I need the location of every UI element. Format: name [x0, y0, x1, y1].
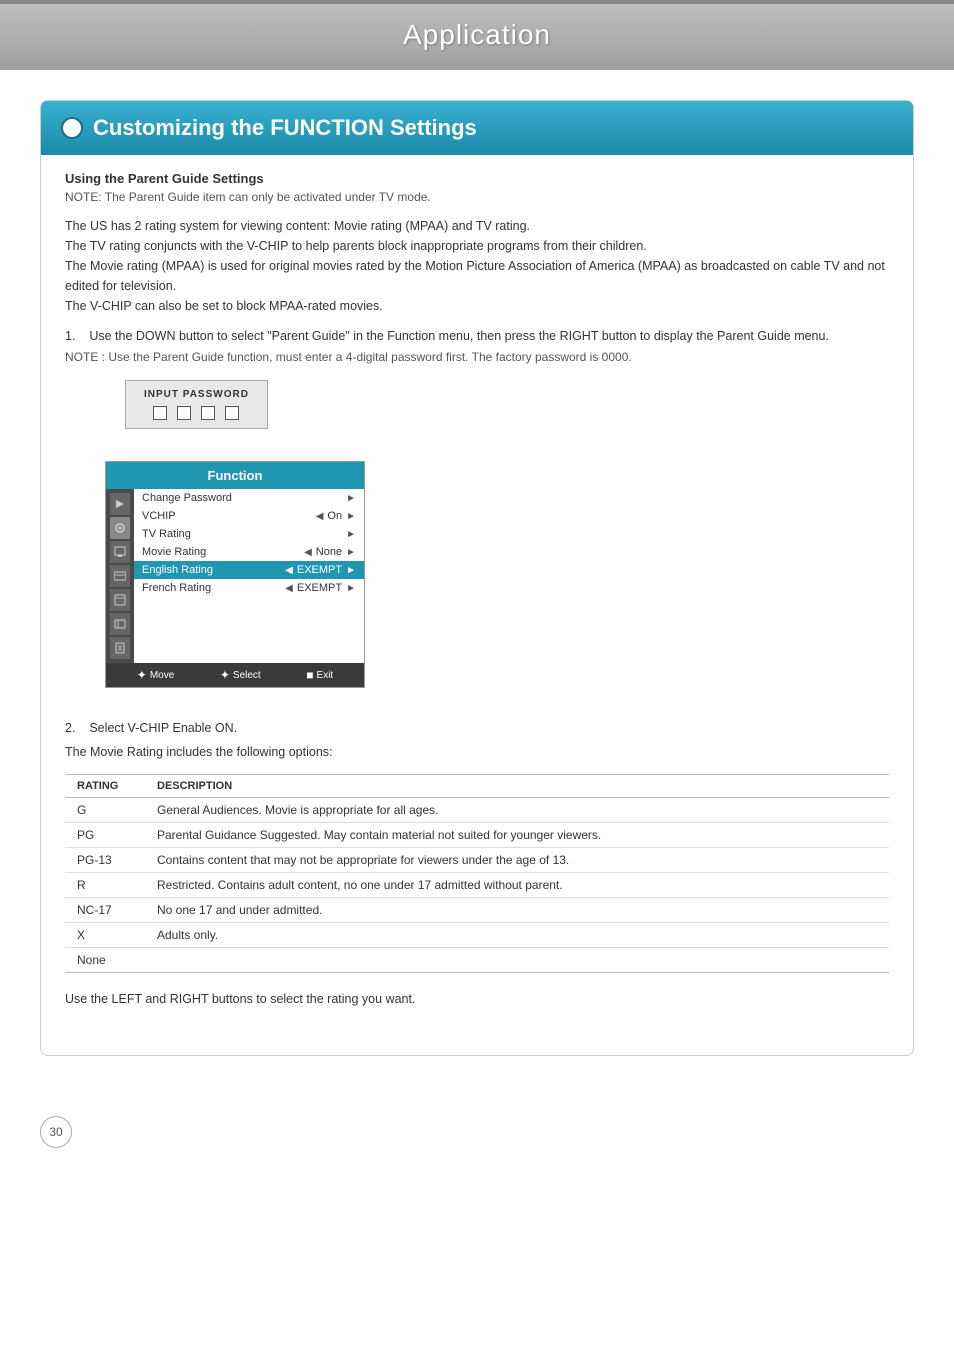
password-square-4	[225, 406, 239, 420]
footer-move: ✦ Move	[137, 668, 175, 682]
section-card-title: Customizing the FUNCTION Settings	[93, 115, 477, 141]
table-row: PG-13 Contains content that may not be a…	[65, 848, 889, 873]
step1-note: NOTE : Use the Parent Guide function, mu…	[65, 350, 889, 364]
col-header-description: DESCRIPTION	[145, 775, 889, 798]
rating-pg: PG	[65, 823, 145, 848]
section-body: Using the Parent Guide Settings NOTE: Th…	[41, 155, 913, 1035]
description-none	[145, 948, 889, 973]
password-square-2	[177, 406, 191, 420]
function-menu-header: Function	[106, 462, 364, 489]
using-parent-guide-subtitle: Using the Parent Guide Settings	[65, 171, 889, 186]
page-number: 30	[40, 1116, 72, 1148]
parent-guide-note: NOTE: The Parent Guide item can only be …	[65, 190, 889, 204]
rating-none: None	[65, 948, 145, 973]
description-nc17: No one 17 and under admitted.	[145, 898, 889, 923]
rating-pg13: PG-13	[65, 848, 145, 873]
function-menu: Function	[105, 461, 365, 688]
footer-exit: ■ Exit	[306, 668, 333, 682]
menu-icon-1	[110, 493, 130, 515]
password-squares	[144, 406, 249, 420]
menu-icons-column	[106, 489, 134, 663]
col-header-rating: RATING	[65, 775, 145, 798]
menu-item-change-password: Change Password ►	[134, 489, 364, 507]
rating-r: R	[65, 873, 145, 898]
password-square-3	[201, 406, 215, 420]
menu-icon-3	[110, 541, 130, 563]
rating-x: X	[65, 923, 145, 948]
password-square-1	[153, 406, 167, 420]
table-row: NC-17 No one 17 and under admitted.	[65, 898, 889, 923]
function-menu-footer: ✦ Move ✦ Select ■ Exit	[106, 663, 364, 687]
step2-number: 2.	[65, 721, 75, 735]
section-card-header: Customizing the FUNCTION Settings	[41, 101, 913, 155]
menu-item-french-rating: French Rating ◀ EXEMPT ►	[134, 579, 364, 597]
rating-g: G	[65, 798, 145, 823]
function-menu-body: Change Password ► VCHIP ◀ On ►	[106, 489, 364, 663]
input-password-box: INPUT PASSWORD	[125, 380, 268, 429]
function-menu-container: Function	[105, 461, 365, 688]
closing-text: Use the LEFT and RIGHT buttons to select…	[65, 989, 889, 1009]
step2-container: 2. Select V-CHIP Enable ON. The Movie Ra…	[65, 718, 889, 762]
section-card: Customizing the FUNCTION Settings Using …	[40, 100, 914, 1056]
section-icon	[61, 117, 83, 139]
step1-number: 1.	[65, 329, 75, 343]
table-row: R Restricted. Contains adult content, no…	[65, 873, 889, 898]
step2-subtext: The Movie Rating includes the following …	[65, 742, 889, 762]
menu-icon-2	[110, 517, 130, 539]
menu-icon-7	[110, 637, 130, 659]
menu-item-movie-rating: Movie Rating ◀ None ►	[134, 543, 364, 561]
table-row: PG Parental Guidance Suggested. May cont…	[65, 823, 889, 848]
description-pg13: Contains content that may not be appropr…	[145, 848, 889, 873]
step2-text: 2. Select V-CHIP Enable ON.	[65, 718, 889, 738]
rating-nc17: NC-17	[65, 898, 145, 923]
menu-items-column: Change Password ► VCHIP ◀ On ►	[134, 489, 364, 663]
input-password-label: INPUT PASSWORD	[144, 389, 249, 400]
page-title: Application	[403, 19, 551, 51]
description-g: General Audiences. Movie is appropriate …	[145, 798, 889, 823]
table-row: X Adults only.	[65, 923, 889, 948]
menu-item-vchip: VCHIP ◀ On ►	[134, 507, 364, 525]
body-text-1: The US has 2 rating system for viewing c…	[65, 216, 889, 316]
rating-table: RATING DESCRIPTION G General Audiences. …	[65, 774, 889, 973]
menu-icon-5	[110, 589, 130, 611]
footer-area: 30	[0, 1116, 954, 1176]
description-pg: Parental Guidance Suggested. May contain…	[145, 823, 889, 848]
menu-icon-4	[110, 565, 130, 587]
menu-item-tv-rating: TV Rating ►	[134, 525, 364, 543]
footer-select: ✦ Select	[220, 668, 261, 682]
table-row: None	[65, 948, 889, 973]
description-x: Adults only.	[145, 923, 889, 948]
menu-item-english-rating: English Rating ◀ EXEMPT ►	[134, 561, 364, 579]
description-r: Restricted. Contains adult content, no o…	[145, 873, 889, 898]
main-content: Customizing the FUNCTION Settings Using …	[0, 70, 954, 1116]
input-password-container: INPUT PASSWORD	[125, 380, 889, 429]
step1-text: 1. Use the DOWN button to select "Parent…	[65, 326, 889, 346]
page-header: Application	[0, 0, 954, 70]
table-row: G General Audiences. Movie is appropriat…	[65, 798, 889, 823]
menu-icon-6	[110, 613, 130, 635]
